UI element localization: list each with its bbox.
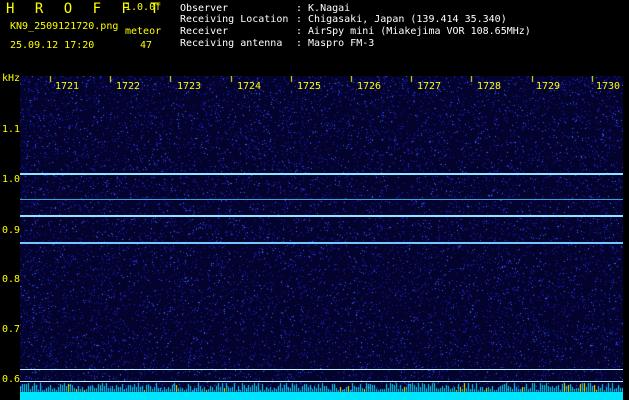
version-label: 1.0.0f [125, 2, 162, 13]
x-tick-label: 1728 [477, 81, 502, 92]
datetime-label: 25.09.12 17:20 [10, 40, 95, 51]
signal-line [20, 215, 623, 217]
baseline-strip [20, 392, 623, 400]
meteor-label: meteor [125, 26, 162, 37]
x-tick-label: 1726 [357, 81, 382, 92]
location-value: : Chigasaki, Japan (139.414 35.340) [296, 14, 507, 25]
observer-label: Observer [180, 3, 229, 14]
reference-line [20, 369, 623, 370]
reference-line [20, 381, 623, 382]
x-tick-label: 1723 [177, 81, 202, 92]
observer-value: : K.Nagai [296, 3, 351, 14]
x-tick-label: 1725 [297, 81, 322, 92]
filename-label: KN9_2509121720.png [10, 21, 119, 32]
noise-canvas [20, 76, 623, 400]
y-axis-unit: kHz [2, 73, 21, 84]
y-tick-label: 0.6 [2, 374, 21, 385]
x-tick-label: 1721 [55, 81, 80, 92]
signal-line [20, 173, 623, 175]
signal-line [20, 199, 623, 200]
antenna-value: : Maspro FM-3 [296, 38, 375, 49]
y-tick-label: 0.8 [2, 274, 21, 285]
y-tick-label: 1.1 [2, 124, 21, 135]
x-tick-label: 1730 [596, 81, 621, 92]
location-label: Receiving Location [180, 14, 289, 25]
spectrogram-plot [20, 76, 623, 400]
antenna-label: Receiving antenna [180, 38, 283, 49]
x-tick-label: 1724 [237, 81, 262, 92]
receiver-value: : AirSpy mini (Miakejima VOR 108.65MHz) [296, 26, 531, 37]
y-tick-label: 1.0 [2, 174, 21, 185]
x-tick-label: 1727 [417, 81, 442, 92]
x-tick-label: 1722 [116, 81, 141, 92]
x-tick-label: 1729 [536, 81, 561, 92]
receiver-label: Receiver [180, 26, 229, 37]
signal-line [20, 242, 623, 244]
y-tick-label: 0.9 [2, 225, 21, 236]
meteor-count: 47 [140, 40, 153, 51]
y-tick-label: 0.7 [2, 324, 21, 335]
